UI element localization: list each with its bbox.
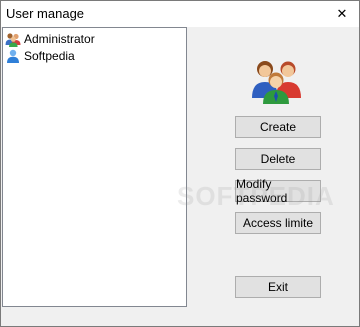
title-bar: User manage ✕ — [1, 1, 359, 27]
delete-button[interactable]: Delete — [235, 148, 321, 170]
create-button[interactable]: Create — [235, 116, 321, 138]
close-button[interactable]: ✕ — [325, 1, 359, 27]
user-manage-window: User manage ✕ Administrator Softpedia Cr… — [0, 0, 360, 327]
list-item-label: Softpedia — [24, 48, 75, 63]
admin-users-icon — [5, 32, 21, 47]
list-item-label: Administrator — [24, 31, 95, 46]
window-title: User manage — [6, 6, 85, 21]
list-item-administrator[interactable]: Administrator — [5, 30, 95, 47]
exit-button[interactable]: Exit — [235, 276, 321, 298]
user-list[interactable]: Administrator Softpedia — [2, 27, 187, 307]
access-limite-button[interactable]: Access limite — [235, 212, 321, 234]
modify-password-button[interactable]: Modify password — [235, 177, 321, 205]
user-icon — [7, 49, 19, 63]
users-group-icon — [252, 61, 301, 104]
list-item-softpedia[interactable]: Softpedia — [5, 47, 75, 64]
